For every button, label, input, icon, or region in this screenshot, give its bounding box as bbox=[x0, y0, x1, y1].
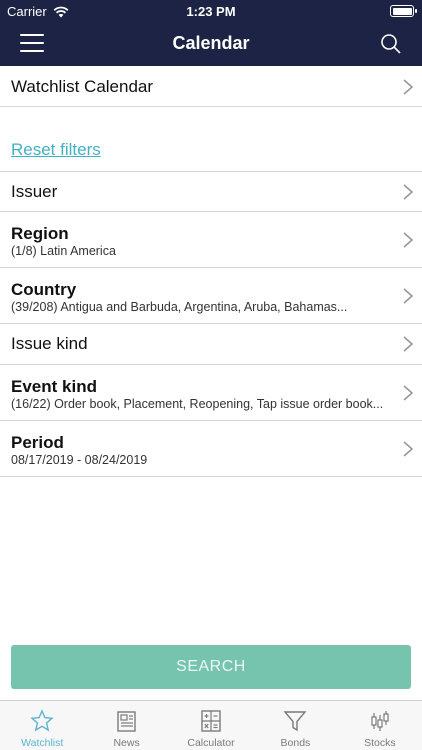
chevron-right-icon bbox=[403, 441, 414, 457]
chevron-right-icon bbox=[403, 288, 414, 304]
filter-subtitle: (16/22) Order book, Placement, Reopening… bbox=[11, 397, 384, 411]
tab-label: Calculator bbox=[187, 737, 235, 749]
tab-label: Watchlist bbox=[21, 737, 64, 749]
watchlist-calendar-row[interactable]: Watchlist Calendar bbox=[0, 66, 422, 107]
tab-stocks[interactable]: Stocks bbox=[338, 701, 422, 750]
filter-row-region[interactable]: Region (1/8) Latin America bbox=[0, 212, 422, 268]
filter-title: Issuer bbox=[11, 182, 58, 201]
filter-row-event-kind[interactable]: Event kind (16/22) Order book, Placement… bbox=[0, 365, 422, 421]
tab-calculator[interactable]: Calculator bbox=[169, 701, 253, 750]
filter-row-period[interactable]: Period 08/17/2019 - 08/24/2019 bbox=[0, 421, 422, 477]
filter-row-issue-kind[interactable]: Issue kind bbox=[0, 324, 422, 365]
status-bar: Carrier 1:23 PM bbox=[0, 0, 422, 22]
status-time: 1:23 PM bbox=[186, 4, 236, 19]
chevron-right-icon bbox=[403, 184, 414, 200]
tab-news[interactable]: News bbox=[84, 701, 168, 750]
filter-row-country[interactable]: Country (39/208) Antigua and Barbuda, Ar… bbox=[0, 268, 422, 324]
newspaper-icon bbox=[116, 711, 136, 732]
candlestick-icon bbox=[371, 711, 389, 731]
filter-subtitle: (39/208) Antigua and Barbuda, Argentina,… bbox=[11, 300, 348, 314]
tab-label: Bonds bbox=[280, 737, 311, 749]
battery-icon bbox=[390, 5, 417, 17]
chevron-right-icon bbox=[403, 79, 414, 95]
filter-subtitle: (1/8) Latin America bbox=[11, 244, 116, 258]
page-title: Calendar bbox=[172, 33, 250, 53]
reset-filters-link[interactable]: Reset filters bbox=[11, 140, 101, 160]
watchlist-calendar-label: Watchlist Calendar bbox=[11, 77, 154, 96]
nav-bar: Calendar bbox=[0, 22, 422, 66]
search-icon[interactable] bbox=[380, 33, 402, 55]
tab-bar: Watchlist News Calculator Bonds Stocks bbox=[0, 700, 422, 750]
filter-subtitle: 08/17/2019 - 08/24/2019 bbox=[11, 453, 148, 467]
filter-title: Country bbox=[11, 280, 77, 299]
tab-label: News bbox=[113, 737, 140, 749]
tab-label: Stocks bbox=[364, 737, 396, 749]
tab-bonds[interactable]: Bonds bbox=[253, 701, 337, 750]
filter-title: Event kind bbox=[11, 377, 97, 396]
filter-icon bbox=[283, 711, 307, 732]
filter-row-issuer[interactable]: Issuer bbox=[0, 171, 422, 212]
filter-title: Issue kind bbox=[11, 334, 88, 353]
search-button[interactable]: SEARCH bbox=[11, 645, 411, 689]
spacer bbox=[0, 107, 422, 171]
filter-title: Region bbox=[11, 224, 69, 243]
chevron-right-icon bbox=[403, 336, 414, 352]
chevron-right-icon bbox=[403, 232, 414, 248]
star-icon bbox=[30, 709, 54, 732]
tab-watchlist[interactable]: Watchlist bbox=[0, 701, 84, 750]
filter-title: Period bbox=[11, 433, 64, 452]
chevron-right-icon bbox=[403, 385, 414, 401]
calculator-icon bbox=[201, 710, 221, 732]
top-bar: Carrier 1:23 PM Calendar bbox=[0, 0, 422, 66]
